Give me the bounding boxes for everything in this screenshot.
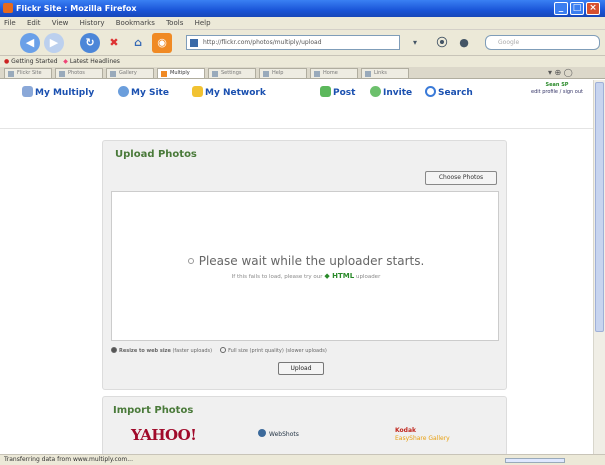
tab-list-icon[interactable]: ▾ ⊕ ◯	[548, 68, 573, 77]
tab[interactable]: Settings	[208, 68, 256, 78]
my-network-link[interactable]: My Network	[192, 86, 266, 100]
close-button[interactable]: ×	[586, 2, 600, 15]
invite-link[interactable]: Invite	[370, 86, 412, 100]
menu-view[interactable]: View	[52, 19, 69, 27]
progress-bar	[505, 458, 565, 463]
address-bar[interactable]: http://flickr.com/photos/multiply/upload	[186, 35, 400, 50]
menu-edit[interactable]: Edit	[27, 19, 41, 27]
network-icon	[192, 86, 203, 97]
upload-heading: Upload Photos	[115, 149, 197, 160]
tab-favicon	[59, 71, 65, 77]
status-bar: Transferring data from www.multiply.com.…	[0, 454, 605, 465]
main-content: Upload Photos Choose Photos Please wait …	[0, 130, 593, 456]
magnifier-icon	[425, 86, 436, 97]
search-input[interactable]: Google	[485, 35, 600, 50]
maximize-button[interactable]: □	[570, 2, 584, 15]
uploader-area[interactable]: Please wait while the uploader starts. I…	[111, 191, 499, 341]
bookmarks-toolbar: ● Getting Started ◆ Latest Headlines	[0, 56, 605, 67]
firefox-icon	[3, 3, 13, 13]
tab[interactable]: Multiply	[157, 68, 205, 78]
menu-history[interactable]: History	[80, 19, 105, 27]
address-text: http://flickr.com/photos/multiply/upload	[203, 39, 322, 46]
window-title: Flickr Site : Mozilla Firefox	[16, 4, 137, 13]
menu-help[interactable]: Help	[195, 19, 211, 27]
tab-favicon	[161, 71, 167, 77]
html-uploader-link[interactable]: ◆ HTML	[324, 272, 354, 280]
tab[interactable]: Help	[259, 68, 307, 78]
navigation-toolbar: ◀ ▶ ↻ ✖ ⌂ ◉ http://flickr.com/photos/mul…	[0, 30, 605, 56]
import-panel: Import Photos YAHOO! WebShots Kodak EasyS…	[102, 396, 507, 456]
rss-small-icon: ◆	[63, 58, 68, 65]
bookmark-latest-headlines[interactable]: Latest Headlines	[70, 58, 120, 65]
vertical-scrollbar[interactable]	[593, 80, 605, 454]
upload-panel: Upload Photos Choose Photos Please wait …	[102, 140, 507, 390]
site-favicon	[190, 39, 198, 47]
tab-favicon	[8, 71, 14, 77]
tab[interactable]: Flickr Site	[4, 68, 52, 78]
search-link[interactable]: Search	[425, 86, 473, 100]
globe-icon	[118, 86, 129, 97]
menu-tools[interactable]: Tools	[166, 19, 183, 27]
post-icon	[320, 86, 331, 97]
my-site-link[interactable]: My Site	[118, 86, 169, 100]
post-link[interactable]: Post	[320, 86, 355, 100]
stop-icon[interactable]: ✖	[104, 33, 124, 53]
import-heading: Import Photos	[113, 405, 194, 416]
dropdown-icon[interactable]: ▾	[405, 33, 425, 53]
tab-favicon	[110, 71, 116, 77]
tab[interactable]: Home	[310, 68, 358, 78]
addon-icon[interactable]: ●	[454, 33, 474, 53]
resize-web-option[interactable]: Resize to web size (faster uploads)	[111, 347, 212, 354]
radio-selected[interactable]	[111, 347, 117, 353]
forward-icon[interactable]: ▶	[44, 33, 64, 53]
rss-icon[interactable]: ◉	[152, 33, 172, 53]
menu-bookmarks[interactable]: Bookmarks	[116, 19, 155, 27]
upload-button[interactable]: Upload	[278, 362, 324, 375]
user-links[interactable]: edit profile / sign out	[522, 89, 592, 96]
tab-favicon	[263, 71, 269, 77]
webshots-logo[interactable]: WebShots	[258, 429, 299, 438]
scrollbar-thumb[interactable]	[595, 82, 604, 332]
home-icon[interactable]: ⌂	[128, 33, 148, 53]
wait-message: Please wait while the uploader starts.	[112, 254, 500, 268]
site-nav: My Multiply My Site My Network Post Invi…	[0, 79, 605, 129]
webshots-icon	[258, 429, 266, 437]
invite-icon	[370, 86, 381, 97]
radio-unselected[interactable]	[220, 347, 227, 353]
menu-file[interactable]: File	[4, 19, 16, 27]
bookmark-icon: ●	[4, 58, 10, 65]
resize-options: Resize to web size (faster uploads) Full…	[111, 347, 499, 354]
kodak-logo[interactable]: Kodak EasyShare Gallery	[395, 427, 450, 443]
full-size-option[interactable]: Full size (print quality) (slower upload…	[220, 347, 327, 354]
minimize-button[interactable]: _	[554, 2, 568, 15]
user-name[interactable]: Sean SP	[522, 82, 592, 89]
window-titlebar: Flickr Site : Mozilla Firefox _ □ ×	[0, 0, 605, 17]
status-text: Transferring data from www.multiply.com.…	[4, 456, 133, 463]
tab-favicon	[314, 71, 320, 77]
tab[interactable]: Gallery	[106, 68, 154, 78]
tab-strip: Flickr Site Photos Gallery Multiply Sett…	[0, 67, 605, 79]
tab[interactable]: Links	[361, 68, 409, 78]
tab[interactable]: Photos	[55, 68, 103, 78]
tab-favicon	[365, 71, 371, 77]
yahoo-logo[interactable]: YAHOO!	[131, 426, 197, 444]
tab-favicon	[212, 71, 218, 77]
choose-photos-button[interactable]: Choose Photos	[425, 171, 497, 185]
spinner-icon	[187, 258, 194, 264]
reload-icon[interactable]: ↻	[80, 33, 100, 53]
my-multiply-link[interactable]: My Multiply	[22, 86, 94, 100]
back-icon[interactable]: ◀	[20, 33, 40, 53]
user-info: Sean SP edit profile / sign out	[522, 82, 592, 96]
bookmark-getting-started[interactable]: Getting Started	[11, 58, 57, 65]
people-icon	[22, 86, 33, 97]
menu-bar: File Edit View History Bookmarks Tools H…	[0, 17, 605, 30]
fallback-note: If this fails to load, please try our ◆ …	[231, 272, 381, 280]
go-icon[interactable]: ⦿	[432, 33, 452, 53]
